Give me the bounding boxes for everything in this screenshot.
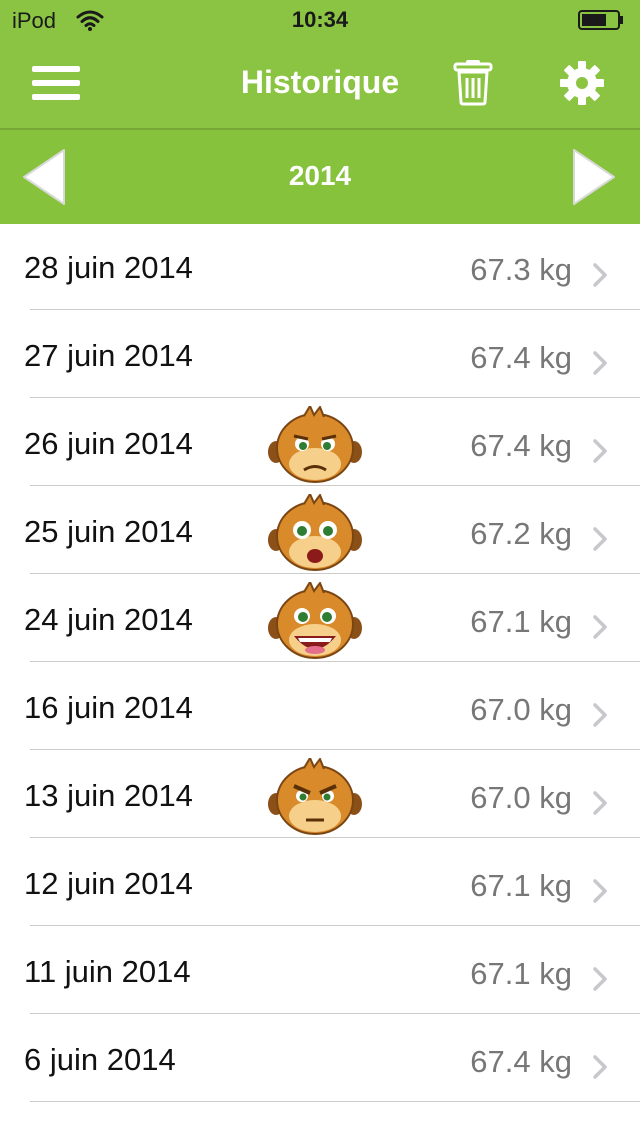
chevron-right-icon <box>593 879 607 903</box>
list-item[interactable]: 13 juin 2014 67.0 kg <box>0 750 640 838</box>
status-bar: iPod 10:34 <box>0 0 640 40</box>
chevron-right-icon <box>593 1055 607 1079</box>
year-selector: 2014 <box>0 128 640 224</box>
list-item[interactable]: 12 juin 2014 67.1 kg <box>0 838 640 926</box>
battery-icon <box>578 10 623 30</box>
entry-weight: 67.1 kg <box>470 868 572 903</box>
chevron-right-icon <box>593 791 607 815</box>
row-divider <box>30 1101 640 1102</box>
entry-weight: 67.2 kg <box>470 516 572 551</box>
entry-weight: 67.4 kg <box>470 1044 572 1079</box>
entry-date: 13 juin 2014 <box>24 778 193 813</box>
entry-weight: 67.0 kg <box>470 780 572 815</box>
list-item[interactable]: 28 juin 2014 67.3 kg <box>0 222 640 310</box>
next-year-arrow-icon[interactable] <box>568 146 618 208</box>
chevron-right-icon <box>593 703 607 727</box>
entry-weight: 67.4 kg <box>470 340 572 375</box>
entry-date: 27 juin 2014 <box>24 338 193 373</box>
list-item[interactable]: 24 juin 2014 67.1 kg <box>0 574 640 662</box>
entry-date: 6 juin 2014 <box>24 1042 176 1077</box>
chevron-right-icon <box>593 527 607 551</box>
entry-weight: 67.3 kg <box>470 252 572 287</box>
list-item[interactable]: 27 juin 2014 67.4 kg <box>0 310 640 398</box>
list-item[interactable]: 26 juin 2014 67.4 kg <box>0 398 640 486</box>
entry-date: 28 juin 2014 <box>24 250 193 285</box>
history-list: 28 juin 2014 67.3 kg 27 juin 2014 67.4 kg 26… <box>0 222 640 1102</box>
trash-icon[interactable] <box>453 60 493 106</box>
entry-date: 25 juin 2014 <box>24 514 193 549</box>
list-item[interactable]: 16 juin 2014 67.0 kg <box>0 662 640 750</box>
entry-date: 11 juin 2014 <box>24 954 191 989</box>
page-title: Historique <box>240 64 400 100</box>
happy-face-icon <box>268 582 362 659</box>
entry-date: 24 juin 2014 <box>24 602 193 637</box>
list-item[interactable]: 6 juin 2014 67.4 kg <box>0 1014 640 1102</box>
chevron-right-icon <box>593 263 607 287</box>
sad-face-icon <box>268 406 362 483</box>
entry-date: 16 juin 2014 <box>24 690 193 725</box>
chevron-right-icon <box>593 967 607 991</box>
entry-date: 26 juin 2014 <box>24 426 193 461</box>
clock: 10:34 <box>291 7 349 32</box>
entry-weight: 67.4 kg <box>470 428 572 463</box>
surprised-face-icon <box>268 494 362 571</box>
entry-weight: 67.1 kg <box>470 604 572 639</box>
list-item[interactable]: 11 juin 2014 67.1 kg <box>0 926 640 1014</box>
list-item[interactable]: 25 juin 2014 67.2 kg <box>0 486 640 574</box>
entry-weight: 67.0 kg <box>470 692 572 727</box>
top-bar: iPod 10:34 Historique <box>0 0 640 128</box>
year-label: 2014 <box>288 160 352 191</box>
entry-date: 12 juin 2014 <box>24 866 193 901</box>
chevron-right-icon <box>593 615 607 639</box>
angry-face-icon <box>268 758 362 835</box>
gear-icon[interactable] <box>559 60 605 106</box>
entry-weight: 67.1 kg <box>470 956 572 991</box>
chevron-right-icon <box>593 351 607 375</box>
chevron-right-icon <box>593 439 607 463</box>
